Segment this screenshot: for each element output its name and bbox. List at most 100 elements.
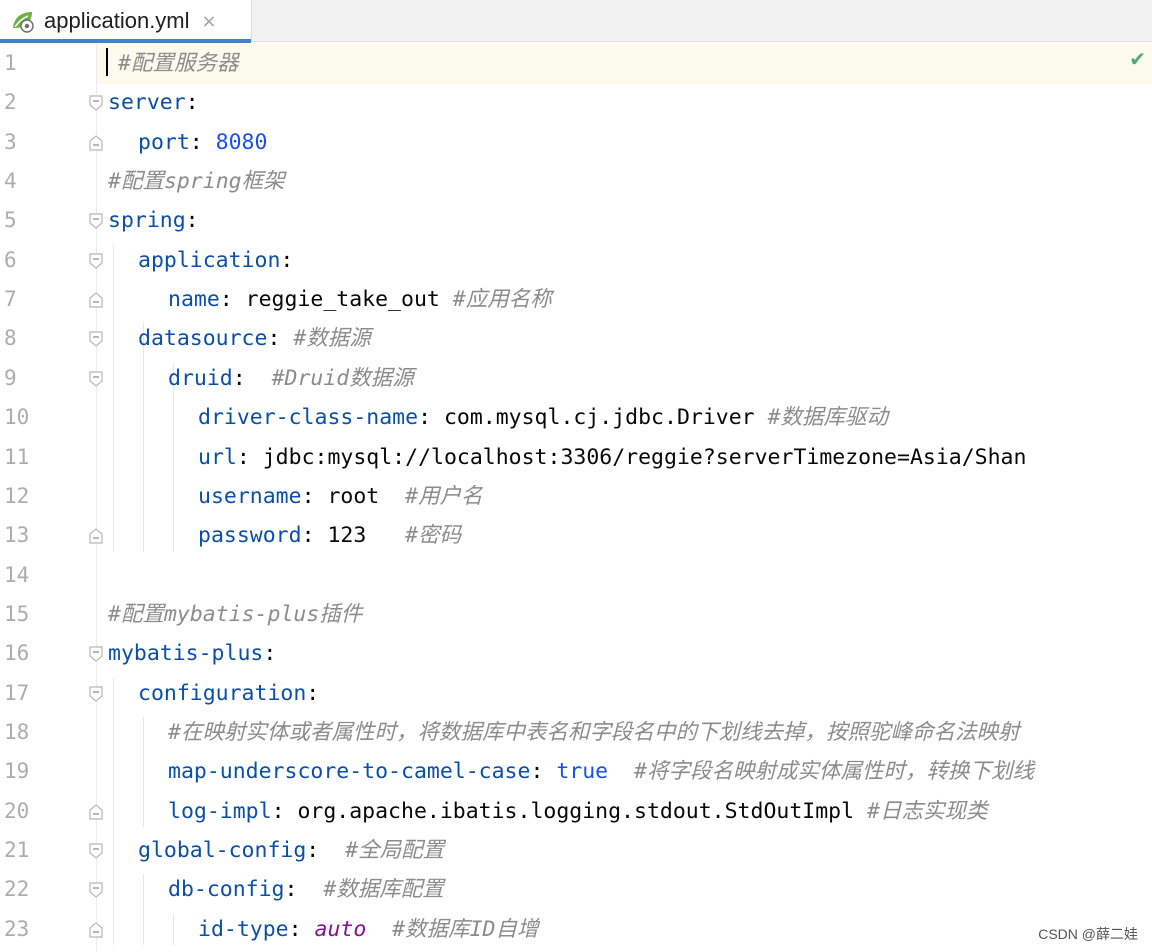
code-line[interactable]: 8 datasource: #数据源 — [0, 319, 1152, 358]
code-text: global-config: #全局配置 — [138, 831, 444, 870]
yaml-key: map-underscore-to-camel-case — [168, 759, 531, 785]
editor-tab-bar: application.yml × — [0, 0, 1152, 43]
yaml-punctuation: : — [418, 405, 444, 431]
code-text: db-config: #数据库配置 — [168, 870, 444, 909]
yaml-key: application — [138, 247, 281, 273]
line-number: 4 — [4, 169, 17, 194]
yaml-punctuation: : — [185, 90, 199, 116]
yaml-file-icon — [10, 9, 38, 33]
yaml-key: configuration — [138, 680, 307, 706]
yaml-key: driver-class-name — [198, 405, 419, 431]
yaml-key: name — [168, 287, 220, 313]
yaml-key: spring — [108, 208, 186, 234]
fold-end-icon[interactable] — [87, 920, 105, 940]
yaml-keyword: auto — [314, 916, 393, 942]
fold-end-icon[interactable] — [87, 526, 105, 546]
yaml-value: root — [327, 483, 406, 509]
fold-collapse-icon[interactable] — [87, 251, 105, 271]
fold-collapse-icon[interactable] — [87, 841, 105, 861]
code-line[interactable]: 20 log-impl: org.apache.ibatis.logging.st… — [0, 792, 1152, 831]
fold-end-icon[interactable] — [87, 133, 105, 153]
yaml-punctuation: : — [288, 916, 315, 942]
code-line[interactable]: 9 druid: #Druid数据源 — [0, 359, 1152, 398]
code-line[interactable]: 4 #配置spring框架 — [0, 162, 1152, 201]
code-text: port: 8080 — [138, 123, 267, 162]
yaml-comment: #数据库ID自增 — [392, 916, 539, 942]
code-line[interactable]: 10 driver-class-name: com.mysql.cj.jdbc.D… — [0, 398, 1152, 437]
fold-end-icon[interactable] — [87, 290, 105, 310]
code-line[interactable]: 3 port: 8080 — [0, 123, 1152, 162]
yaml-punctuation: : — [232, 365, 272, 391]
yaml-value: 123 — [327, 523, 406, 549]
tab-label: application.yml — [44, 8, 190, 33]
line-number: 9 — [4, 365, 17, 390]
code-line[interactable]: 11 url: jdbc:mysql://localhost:3306/reggi… — [0, 438, 1152, 477]
yaml-punctuation: : — [530, 759, 557, 785]
fold-collapse-icon[interactable] — [87, 644, 105, 664]
fold-end-icon[interactable] — [87, 802, 105, 822]
line-number: 20 — [4, 798, 30, 823]
yaml-comment: #配置spring框架 — [108, 169, 285, 195]
code-line[interactable]: 1 #配置服务器 — [0, 44, 1152, 83]
fold-collapse-icon[interactable] — [87, 329, 105, 349]
code-text: mybatis-plus: — [108, 634, 276, 673]
yaml-punctuation: : — [263, 641, 277, 667]
line-number: 23 — [4, 916, 30, 941]
line-number: 6 — [4, 247, 17, 272]
code-line[interactable]: 16 mybatis-plus: — [0, 634, 1152, 673]
line-number: 1 — [4, 51, 17, 75]
code-line[interactable]: 7 name: reggie_take_out #应用名称 — [0, 280, 1152, 319]
text-caret — [106, 48, 108, 76]
yaml-punctuation: : — [185, 208, 199, 234]
code-line[interactable]: 2 server: — [0, 83, 1152, 122]
yaml-key: mybatis-plus — [108, 641, 264, 667]
code-line[interactable]: 23 id-type: auto #数据库ID自增 — [0, 910, 1152, 949]
line-number: 10 — [4, 405, 30, 430]
code-line[interactable]: 22 db-config: #数据库配置 — [0, 870, 1152, 909]
code-text: #配置mybatis-plus插件 — [108, 595, 362, 634]
line-number: 19 — [4, 759, 30, 784]
tab-application-yml[interactable]: application.yml × — [0, 0, 252, 43]
line-number: 7 — [4, 287, 17, 312]
code-line[interactable]: 17 configuration: — [0, 674, 1152, 713]
fold-collapse-icon[interactable] — [87, 880, 105, 900]
code-line[interactable]: 14 — [0, 556, 1152, 595]
code-text: spring: — [108, 201, 199, 240]
code-line[interactable]: 21 global-config: #全局配置 — [0, 831, 1152, 870]
code-line[interactable]: 5 spring: — [0, 201, 1152, 240]
code-text: username: root #用户名 — [198, 477, 483, 516]
code-text: url: jdbc:mysql://localhost:3306/reggie?… — [198, 438, 1026, 477]
yaml-punctuation: : — [301, 523, 328, 549]
code-line[interactable]: 12 username: root #用户名 — [0, 477, 1152, 516]
yaml-key: server — [108, 90, 186, 116]
code-text: configuration: — [138, 674, 319, 713]
code-line[interactable]: 13 password: 123 #密码 — [0, 516, 1152, 555]
yaml-key: port — [138, 129, 190, 155]
yaml-key: url — [198, 444, 237, 470]
fold-collapse-icon[interactable] — [87, 93, 105, 113]
code-line[interactable]: 15 #配置mybatis-plus插件 — [0, 595, 1152, 634]
yaml-comment: #数据源 — [293, 326, 371, 352]
fold-collapse-icon[interactable] — [87, 684, 105, 704]
line-number: 18 — [4, 719, 30, 744]
checkmark-icon[interactable]: ✔ — [1129, 47, 1146, 71]
fold-collapse-icon[interactable] — [87, 369, 105, 389]
yaml-comment: #配置mybatis-plus插件 — [108, 601, 363, 627]
code-text: druid: #Druid数据源 — [168, 359, 414, 398]
yaml-punctuation: : — [301, 483, 328, 509]
yaml-punctuation: : — [267, 326, 294, 352]
yaml-key: datasource — [138, 326, 268, 352]
yaml-key: druid — [168, 365, 233, 391]
yaml-comment: #数据库驱动 — [767, 405, 889, 431]
line-number: 11 — [4, 444, 30, 469]
code-line[interactable]: 6 application: — [0, 241, 1152, 280]
yaml-punctuation: : — [306, 838, 346, 863]
yaml-punctuation: : — [280, 247, 294, 273]
code-line[interactable]: 18 #在映射实体或者属性时，将数据库中表名和字段名中的下划线去掉，按照驼峰命名法… — [0, 713, 1152, 752]
fold-collapse-icon[interactable] — [87, 211, 105, 231]
yaml-key: username — [198, 483, 302, 509]
code-editor[interactable]: 1 #配置服务器 2 server: 3 port: 8080 4 #配置spring框架 5 s… — [0, 43, 1152, 952]
code-line[interactable]: 19 map-underscore-to-camel-case: true #将字… — [0, 752, 1152, 791]
close-icon[interactable]: × — [202, 11, 217, 32]
line-number: 8 — [4, 326, 17, 351]
